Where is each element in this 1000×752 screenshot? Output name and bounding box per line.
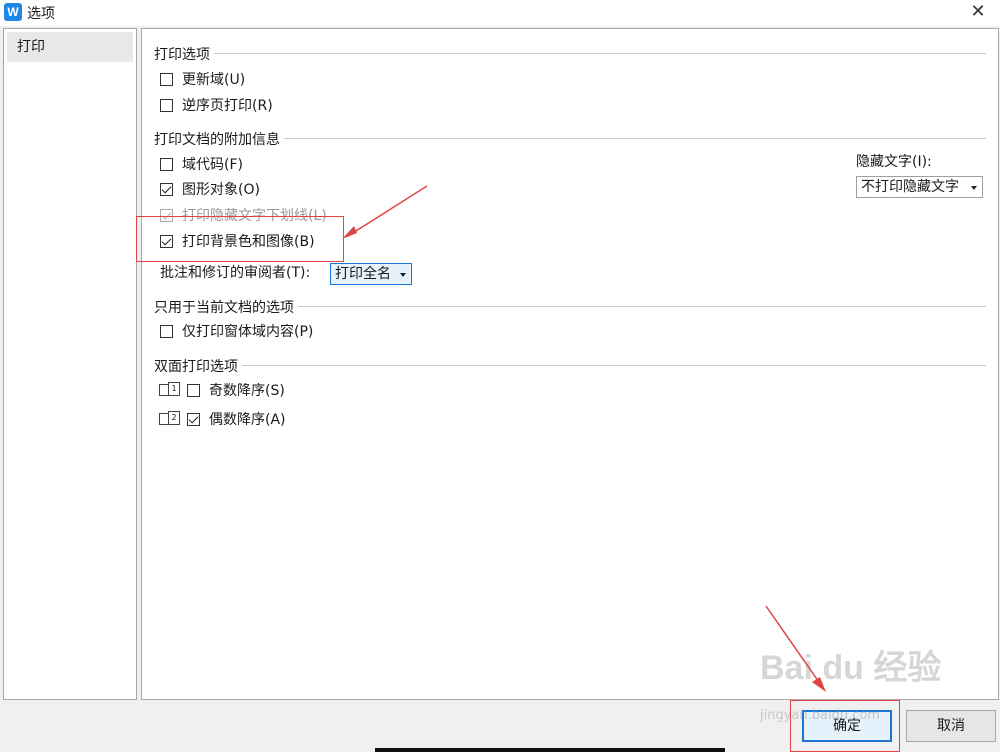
section-title-current-doc: 只用于当前文档的选项 — [154, 297, 298, 317]
checkbox-drawing-objects[interactable]: 图形对象(O) — [160, 180, 260, 200]
checkbox-box[interactable] — [187, 384, 200, 397]
checkbox-box[interactable] — [160, 158, 173, 171]
baidu-watermark: Bai du 经验 — [760, 649, 942, 687]
checkbox-update-fields[interactable]: 更新域(U) — [160, 70, 245, 90]
checkbox-box[interactable] — [187, 413, 200, 426]
checkbox-odd-descending[interactable]: 1 奇数降序(S) — [159, 381, 285, 401]
duplex-odd-icon: 1 — [159, 382, 181, 398]
hidden-text-label: 隐藏文字(I): — [856, 154, 932, 170]
window-title: 选项 — [27, 6, 55, 22]
chevron-down-icon — [400, 273, 406, 277]
section-title-additional-info: 打印文档的附加信息 — [154, 129, 284, 149]
section-divider — [154, 53, 986, 54]
section-title-duplex: 双面打印选项 — [154, 356, 242, 376]
section-divider — [154, 365, 986, 366]
sidebar-item-print[interactable]: 打印 — [7, 32, 133, 62]
options-sidebar: 打印 — [3, 28, 137, 700]
reviewer-dropdown[interactable]: 打印全名 — [330, 263, 412, 285]
duplex-even-icon: 2 — [159, 411, 181, 427]
checkbox-reverse-order[interactable]: 逆序页打印(R) — [160, 96, 273, 116]
annotation-highlight-box — [136, 216, 344, 262]
checkbox-form-data-only[interactable]: 仅打印窗体域内容(P) — [160, 322, 313, 342]
screen-edge-strip — [375, 748, 725, 752]
checkbox-box[interactable] — [160, 183, 173, 196]
checkbox-box[interactable] — [160, 99, 173, 112]
wps-app-icon: W — [4, 3, 22, 21]
title-bar: W 选项 ✕ — [0, 0, 1000, 26]
checkbox-box[interactable] — [160, 325, 173, 338]
checkbox-even-descending[interactable]: 2 偶数降序(A) — [159, 410, 286, 430]
checkbox-box[interactable] — [160, 73, 173, 86]
chevron-down-icon — [971, 186, 977, 190]
options-content-panel: 打印选项 更新域(U) 逆序页打印(R) 打印文档的附加信息 域代码(F) 图形… — [141, 28, 999, 700]
close-icon[interactable]: ✕ — [956, 0, 1000, 26]
reviewer-label: 批注和修订的审阅者(T): — [160, 265, 311, 281]
checkbox-field-codes[interactable]: 域代码(F) — [160, 155, 243, 175]
cancel-button[interactable]: 取消 — [906, 710, 996, 742]
hidden-text-dropdown[interactable]: 不打印隐藏文字 — [856, 176, 983, 198]
annotation-highlight-box — [790, 700, 900, 752]
section-title-print-options: 打印选项 — [154, 44, 214, 64]
